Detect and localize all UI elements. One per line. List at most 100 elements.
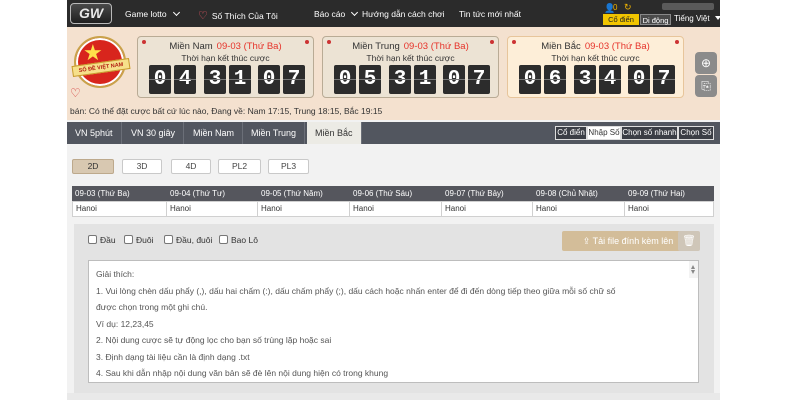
digit: 1 xyxy=(414,65,436,94)
draw-dates-table: 09-03 (Thứ Ba) 09-04 (Thứ Tư) 09-05 (Thứ… xyxy=(72,186,714,218)
province-cell[interactable]: Hanoi xyxy=(166,202,191,216)
subtab-pl3[interactable]: PL3 xyxy=(268,159,309,174)
draw-banner: ★ SỔ ĐỀ VIỆT NAM ♡ Miền Nam 09-03 (Thứ Ba… xyxy=(67,27,720,120)
checkbox[interactable] xyxy=(88,235,97,244)
trash-icon[interactable]: 🗑 xyxy=(678,231,700,251)
subtab-3d[interactable]: 3D xyxy=(122,159,162,174)
card-title: Miền Bắc 09-03 (Thứ Ba) xyxy=(541,41,650,52)
app-window: GW Game lotto ♡ Số Thích Của Tôi Báo cáo … xyxy=(67,0,720,400)
instruction-line: 2. Nội dung cược sẽ tự động lọc cho bạn … xyxy=(96,335,332,345)
bet-numbers-textarea[interactable]: Giải thích: 1. Vui lòng chèn dấu phẩy (,… xyxy=(88,260,699,383)
language-select[interactable]: Tiếng Việt xyxy=(674,14,720,23)
digit: 0 xyxy=(628,65,650,94)
countdown-card-south: Miền Nam 09-03 (Thứ Ba) Thời hạn kết thúc… xyxy=(137,36,314,98)
nav-favorites[interactable]: ♡ Số Thích Của Tôi xyxy=(198,9,278,22)
mode-pick-number[interactable]: Chọn Số xyxy=(678,126,714,140)
upload-file-button[interactable]: ⇪ Tải file đính kèm lên xyxy=(562,231,694,251)
instruction-line: 1. Vui lòng chèn dấu phẩy (,), dấu hai c… xyxy=(96,285,616,296)
announcement-marquee: bán: Có thể đặt cược bất cứ lúc nào, Đan… xyxy=(70,106,383,116)
province-cell[interactable]: Hanoi xyxy=(73,202,97,216)
coin-count: 0 xyxy=(613,3,618,12)
option-duoi[interactable]: Đuôi xyxy=(124,235,153,245)
date-header: 09-07 (Thứ Bảy) xyxy=(445,189,504,198)
refresh-icon[interactable]: ↻ xyxy=(624,2,632,13)
document-icon[interactable]: ⎘ xyxy=(695,75,717,97)
upload-icon: ⇪ xyxy=(582,236,593,246)
region-tabs: VN 5phút VN 30 giây Miền Nam Miền Trung … xyxy=(67,122,720,144)
digit: 6 xyxy=(544,65,566,94)
province-cell[interactable]: Hanoi xyxy=(624,202,649,216)
subtab-pl2[interactable]: PL2 xyxy=(218,159,261,174)
digit: 0 xyxy=(258,65,280,94)
checkbox[interactable] xyxy=(124,235,133,244)
logo[interactable]: GW xyxy=(70,3,112,24)
tab-vn-30-giay[interactable]: VN 30 giây xyxy=(123,122,185,144)
nav-news[interactable]: Tin tức mới nhất xyxy=(459,9,521,19)
table-row: Hanoi Hanoi Hanoi Hanoi Hanoi Hanoi Hano… xyxy=(72,201,714,217)
card-subtitle: Thời hạn kết thúc cược xyxy=(181,53,270,63)
digit: 0 xyxy=(443,65,465,94)
option-dau-duoi[interactable]: Đầu, đuôi xyxy=(164,235,212,245)
scroll-up-icon[interactable] xyxy=(691,265,695,269)
subtab-2d[interactable]: 2D xyxy=(72,159,114,174)
card-subtitle: Thời hạn kết thúc cược xyxy=(366,53,455,63)
digit: 0 xyxy=(519,65,541,94)
heart-icon[interactable]: ♡ xyxy=(70,86,81,100)
scroll-down-icon[interactable] xyxy=(691,269,695,274)
date-header: 09-03 (Thứ Ba) xyxy=(75,189,130,198)
countdown-card-north: Miền Bắc 09-03 (Thứ Ba) Thời hạn kết thúc… xyxy=(507,36,684,98)
tab-mien-nam[interactable]: Miền Nam xyxy=(185,122,244,144)
date-header: 09-05 (Thứ Năm) xyxy=(261,189,323,198)
table-header: 09-03 (Thứ Ba) 09-04 (Thứ Tư) 09-05 (Thứ… xyxy=(72,186,714,201)
globe-icon[interactable]: ⊕ xyxy=(695,52,717,74)
subtab-4d[interactable]: 4D xyxy=(171,159,211,174)
digit: 0 xyxy=(149,65,171,94)
textarea-scrollbar[interactable] xyxy=(689,261,698,278)
footer-strip xyxy=(67,393,720,400)
countdown-digits: 0 5 3 1 0 7 xyxy=(334,65,490,94)
nav-guide[interactable]: Hướng dẫn cách chơi xyxy=(362,9,445,19)
tab-mien-trung[interactable]: Miền Trung xyxy=(243,122,306,144)
countdown-digits: 0 6 3 4 0 7 xyxy=(519,65,675,94)
chevron-down-icon xyxy=(351,8,359,17)
instruction-line: được chọn trong một ghi chú. xyxy=(96,302,208,312)
card-subtitle: Thời hạn kết thúc cược xyxy=(551,53,640,63)
emblem-logo: ★ SỔ ĐỀ VIỆT NAM xyxy=(71,36,131,88)
classic-view-button[interactable]: Cổ điển xyxy=(603,14,639,25)
province-cell[interactable]: Hanoi xyxy=(441,202,466,216)
instruction-line: 4. Sau khi dẫn nhập nội dung văn bản sẽ … xyxy=(96,368,389,378)
tab-mien-bac[interactable]: Miền Bắc xyxy=(307,122,362,144)
username xyxy=(662,3,714,10)
digit: 7 xyxy=(653,65,675,94)
mode-classic[interactable]: Cổ điển xyxy=(555,126,587,140)
card-title: Miền Trung 09-03 (Thứ Ba) xyxy=(352,41,469,52)
mode-enter-number[interactable]: Nhập Số xyxy=(587,126,621,140)
option-bao-lo[interactable]: Bao Lô xyxy=(219,235,258,245)
date-header: 09-04 (Thứ Tư) xyxy=(170,189,226,198)
checkbox[interactable] xyxy=(164,235,173,244)
instruction-line: 3. Định dạng tài liệu cần là định dạng .… xyxy=(96,351,250,362)
digit: 1 xyxy=(229,65,251,94)
instruction-line: Ví dụ: 12,23,45 xyxy=(96,318,154,329)
province-cell[interactable]: Hanoi xyxy=(257,202,282,216)
digit: 4 xyxy=(599,65,621,94)
date-header: 09-09 (Thứ Hai) xyxy=(628,189,685,198)
digit: 3 xyxy=(574,65,596,94)
emblem-ribbon: SỔ ĐỀ VIỆT NAM xyxy=(71,58,131,77)
date-header: 09-06 (Thứ Sáu) xyxy=(353,189,413,198)
countdown-card-central: Miền Trung 09-03 (Thứ Ba) Thời hạn kết th… xyxy=(322,36,499,98)
user-box: 👤 0 ↻ Cổ điển Di động Tiếng Việt xyxy=(600,2,720,26)
digit: 4 xyxy=(174,65,196,94)
mode-quick-pick[interactable]: Chọn số nhanh xyxy=(621,126,678,140)
tab-vn-5phut[interactable]: VN 5phút xyxy=(67,122,122,144)
province-cell[interactable]: Hanoi xyxy=(532,202,557,216)
nav-reports[interactable]: Báo cáo xyxy=(314,8,359,19)
province-cell[interactable]: Hanoi xyxy=(349,202,374,216)
mobile-view-button[interactable]: Di động xyxy=(640,14,671,25)
digit: 3 xyxy=(389,65,411,94)
top-nav: GW Game lotto ♡ Số Thích Của Tôi Báo cáo … xyxy=(67,0,720,27)
digit: 7 xyxy=(468,65,490,94)
nav-game-lotto[interactable]: Game lotto xyxy=(125,8,180,19)
option-dau[interactable]: Đầu xyxy=(88,235,116,245)
checkbox[interactable] xyxy=(219,235,228,244)
